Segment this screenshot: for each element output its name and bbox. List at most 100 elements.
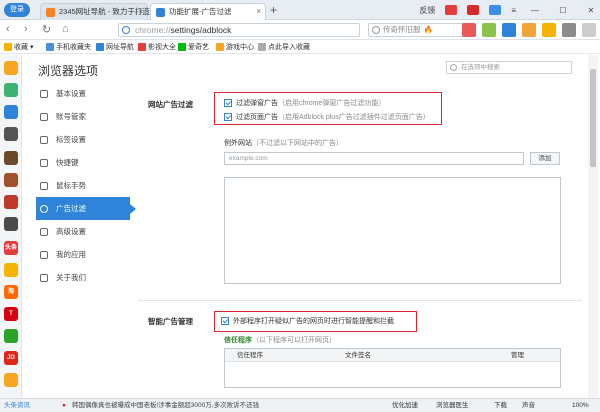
extension-icon[interactable] [482,23,496,37]
game-icon[interactable] [4,151,18,165]
nav-item-tabs[interactable]: 标签设置 [36,128,130,151]
nav-item-basic[interactable]: 基本设置 [36,82,130,105]
video-icon [138,43,146,51]
taobao-icon[interactable]: 淘 [4,285,18,299]
info-icon [40,274,48,282]
bookmark-bar: 收藏 ▾ 手机收藏夹 网址导航 影视大全 爱奇艺 游戏中心 点此导入收藏 [0,40,600,54]
forward-button[interactable]: › [24,23,28,35]
bookmark-import[interactable]: 点此导入收藏 [258,42,310,52]
settings-nav: 基本设置 账号管家 标签设置 快捷键 鼠标手势 广告过滤 高级设置 我的应用 关… [36,82,136,289]
site-favicon-icon [46,8,55,17]
gift-icon[interactable] [445,5,458,15]
favorites-icon[interactable] [4,61,18,75]
filter-popup-option[interactable]: 过滤弹窗广告 （启用chrome弹窗广告过滤功能） [224,98,385,108]
trusted-programs-label: 信任程序（以下程序可以打开网页） [224,337,336,344]
apps-icon [40,251,48,259]
bookmark-iqiyi[interactable]: 爱奇艺 [178,42,209,52]
nav-item-account[interactable]: 账号管家 [36,105,130,128]
toutiao-icon[interactable]: 头条 [4,241,18,255]
page-title: 浏览器选项 [38,64,99,78]
tmall-icon[interactable]: T [4,307,18,321]
feedback-link[interactable]: 反馈 [419,5,435,16]
weibo-icon[interactable] [4,263,18,277]
extension-icon[interactable] [462,23,476,37]
smart-intercept-option[interactable]: 外部程序打开疑似广告的网页时进行智能提醒和拦截 [221,316,394,326]
extension-icon[interactable] [542,23,556,37]
iqiyi-icon [178,43,186,51]
title-bar: 登录 2345网址导航 - 致力于打造 × 功能扩展-广告过滤 × + 反馈 ≡… [0,0,600,20]
maximize-button[interactable]: ☐ [554,6,572,15]
news-alert-icon: ● [62,402,66,409]
gear-icon [40,90,48,98]
status-bar: 头条资讯 ● 韩国偶像真也被曝成中国老板!涉事金额超3000万,多次败诉不还钱 … [0,398,600,412]
section-label-smart: 智能广告管理 [148,317,193,326]
extension-icon[interactable] [502,23,516,37]
url-path: settings/adblock [170,25,232,35]
back-button[interactable]: ‹ [6,23,10,35]
menu-icon[interactable]: ≡ [511,6,516,15]
add-exception-button[interactable]: 添加 [530,152,560,165]
app-icon[interactable] [4,373,18,387]
option-label: 过滤弹窗广告 [236,100,278,107]
zoom-level[interactable]: 100% [572,399,589,412]
url-input[interactable]: chrome://settings/adblock [118,23,360,37]
nav-item-adblock[interactable]: 广告过滤 [36,197,136,220]
optimize-button[interactable]: 优化加速 [392,399,418,412]
minimize-button[interactable]: — [526,6,544,15]
bookmark-favorites[interactable]: 收藏 ▾ [4,42,33,52]
extension-icon[interactable] [522,23,536,37]
star-icon [4,43,12,51]
tab-adblock-settings[interactable]: 功能扩展-广告过滤 × [150,3,266,20]
exception-site-input[interactable]: example.com [224,152,524,165]
new-feature-icon[interactable] [467,5,480,15]
nav-item-gestures[interactable]: 鼠标手势 [36,174,130,197]
bookmark-mobile[interactable]: 手机收藏夹 [46,42,91,52]
checkbox-checked-icon[interactable] [221,317,229,325]
history-icon[interactable] [4,83,18,97]
import-icon [258,43,266,51]
site-icon [96,43,104,51]
nav-item-advanced[interactable]: 高级设置 [36,220,130,243]
download-button[interactable]: 下载 [494,399,507,412]
close-window-button[interactable]: ✕ [582,6,600,15]
close-tab-icon[interactable]: × [138,4,143,20]
mouse-icon [40,182,48,190]
nav-item-about[interactable]: 关于我们 [36,266,130,289]
refresh-button[interactable]: ↻ [42,23,51,36]
extension-icon[interactable] [562,23,576,37]
new-tab-button[interactable]: + [270,3,277,17]
game-icon[interactable] [4,195,18,209]
sound-button[interactable]: 声音 [522,399,535,412]
checkbox-checked-icon[interactable] [224,113,232,121]
jd-icon[interactable]: JD [4,351,18,365]
home-button[interactable]: ⌂ [62,23,69,35]
checkbox-checked-icon[interactable] [224,99,232,107]
option-hint: （启用Adblock plus广告过滤插件过滤页面广告） [278,114,430,121]
close-tab-icon[interactable]: × [256,4,261,20]
bookmark-video[interactable]: 影视大全 [138,42,176,52]
vertical-scrollbar[interactable] [588,55,598,398]
scrollbar-thumb[interactable] [590,69,596,167]
game-icon[interactable] [4,217,18,231]
game-icon[interactable] [4,173,18,187]
bookmark-games[interactable]: 游戏中心 [216,42,254,52]
filter-page-option[interactable]: 过滤页面广告 （启用Adblock plus广告过滤插件过滤页面广告） [224,112,430,122]
news-feed-link[interactable]: 头条资讯 [4,399,30,412]
settings-search-input[interactable]: 在选项中搜索 [446,61,572,74]
nav-item-apps[interactable]: 我的应用 [36,243,130,266]
skin-icon[interactable] [489,5,502,15]
extension-icon[interactable] [582,23,596,37]
exception-list[interactable] [224,177,561,284]
bookmark-nav[interactable]: 网址导航 [96,42,134,52]
app-icon[interactable] [4,329,18,343]
app-icon[interactable] [4,127,18,141]
settings-favicon-icon [156,8,165,17]
nav-item-shortcuts[interactable]: 快捷键 [36,151,130,174]
app-icon[interactable] [4,105,18,119]
tab-2345-navigation[interactable]: 2345网址导航 - 致力于打造 × [40,3,150,20]
news-ticker[interactable]: 韩国偶像真也被曝成中国老板!涉事金额超3000万,多次败诉不还钱 [72,399,259,412]
tab-title: 2345网址导航 - 致力于打造 [59,7,150,16]
browser-doctor-button[interactable]: 浏览器医生 [436,399,469,412]
login-button[interactable]: 登录 [4,3,30,17]
search-input[interactable]: 传奇怀旧服 🔥 [368,23,468,37]
